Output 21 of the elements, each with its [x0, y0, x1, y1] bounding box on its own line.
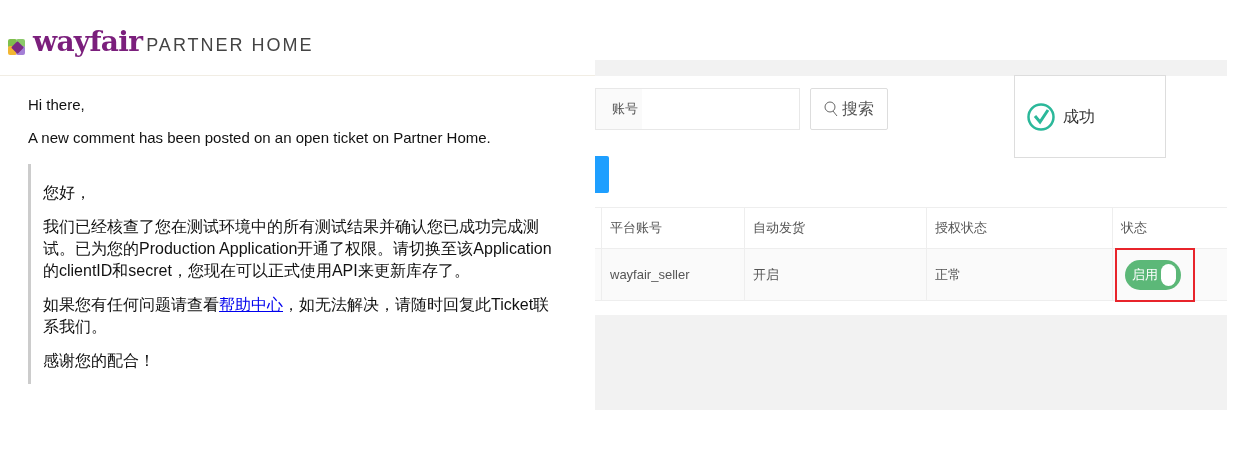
product-name: PARTNER HOME: [146, 35, 314, 55]
thanks-text: 感谢您的配合！: [43, 351, 156, 371]
help-text: 如果您有任何问题请查看帮助中心，如无法解决，请随时回复此Ticket联系我们。: [43, 295, 551, 337]
greeting-text: Hi there,: [28, 95, 86, 115]
table-cell-text: 开启: [753, 265, 779, 284]
column-header: 自动发货: [753, 219, 805, 238]
search-icon: [824, 101, 838, 117]
table-cell-text: 正常: [935, 265, 961, 284]
quote-body: 我们已经核查了您在测试环境中的所有测试结果并确认您已成功完成测试。已为您的Production Application开通了权限。请切换至该Application的clientID和secret，您现在可以正式使用API来更新库存了。: [43, 217, 553, 281]
column-header: 状态: [1121, 219, 1147, 238]
toast-text: 成功: [1063, 106, 1095, 127]
table-cell-text: wayfair_seller: [610, 265, 690, 284]
toggle-knob: [1161, 263, 1176, 286]
search-button[interactable]: 搜索: [810, 88, 888, 130]
brand-logo: wayfair: [33, 28, 143, 56]
add-button[interactable]: [595, 156, 609, 193]
quote-greeting: 您好，: [43, 183, 92, 203]
column-header: 平台账号: [610, 219, 662, 238]
column-header: 授权状态: [935, 219, 987, 238]
intro-text: A new comment has been posted on an open ticket on Partner Home.: [28, 127, 492, 148]
help-center-link[interactable]: 帮助中心: [219, 296, 283, 313]
